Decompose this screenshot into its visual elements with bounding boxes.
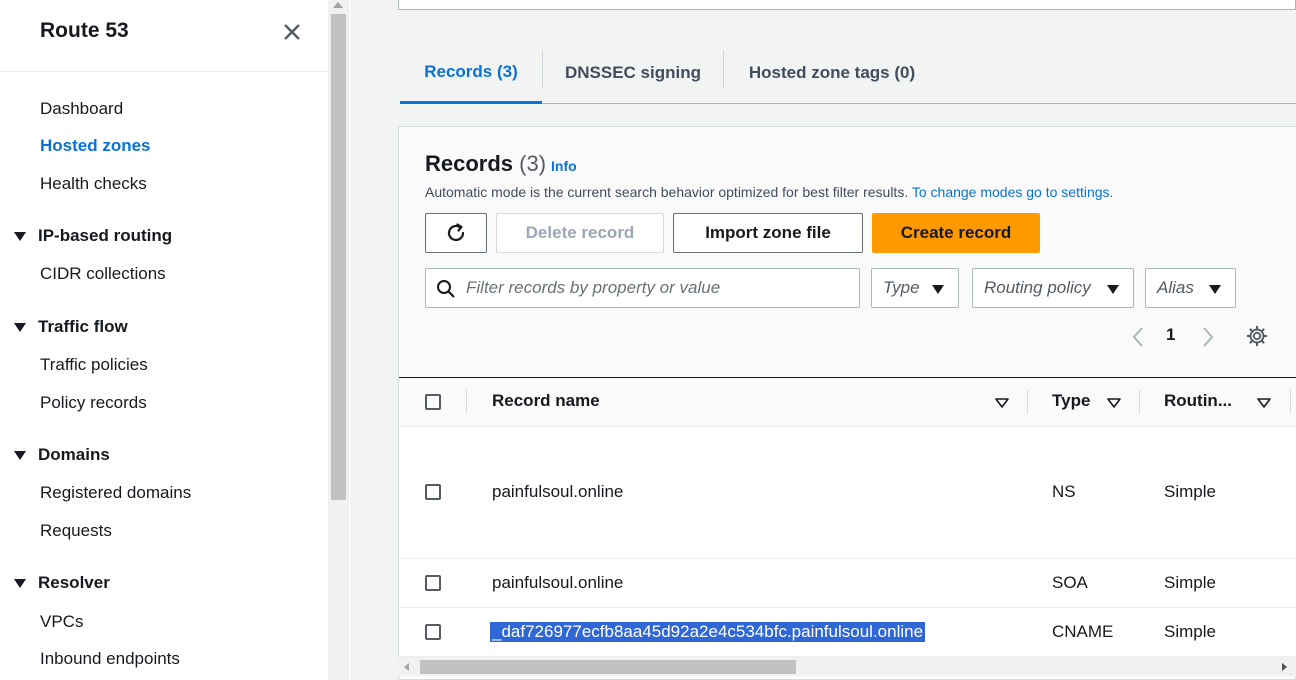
sidebar-item-dashboard[interactable]: Dashboard <box>40 99 123 119</box>
record-name-cell: painfulsoul.online <box>492 482 624 501</box>
info-link[interactable]: Info <box>551 158 577 174</box>
tab-dnssec-signing[interactable]: DNSSEC signing <box>543 42 723 104</box>
record-type-cell: SOA <box>1052 573 1088 592</box>
type-filter-label: Type <box>883 278 920 297</box>
table-header: Record name Type Routin... <box>399 377 1296 427</box>
gear-icon[interactable] <box>1246 325 1268 347</box>
horizontal-scrollbar-thumb[interactable] <box>420 660 796 674</box>
caret-down-icon <box>14 578 26 588</box>
sidebar-item-registered-domains[interactable]: Registered domains <box>40 483 191 503</box>
sidebar-section-domains[interactable]: Domains <box>14 445 110 465</box>
table-row[interactable]: painfulsoul.online NS Simple <box>399 427 1296 559</box>
record-name-cell: painfulsoul.online <box>492 573 624 592</box>
records-count: (3) <box>519 151 547 176</box>
column-header-record-name[interactable]: Record name <box>492 391 600 411</box>
records-panel: Records (3) Info Automatic mode is the c… <box>398 126 1296 680</box>
alias-filter-select[interactable]: Alias <box>1145 268 1236 308</box>
sidebar: Route 53 Dashboard Hosted zones Health c… <box>0 0 328 680</box>
record-name-cell: _daf726977ecfb8aa45d92a2e4c534bfc.painfu… <box>490 622 926 642</box>
routing-policy-cell: Simple <box>1164 482 1216 501</box>
main-content: Records (3) DNSSEC signing Hosted zone t… <box>350 0 1296 680</box>
routing-policy-filter-select[interactable]: Routing policy <box>972 268 1134 308</box>
sidebar-item-requests[interactable]: Requests <box>40 521 112 541</box>
sidebar-item-policy-records[interactable]: Policy records <box>40 393 147 413</box>
sidebar-header: Route 53 <box>0 0 328 72</box>
row-checkbox[interactable] <box>425 575 441 591</box>
sidebar-section-traffic-flow[interactable]: Traffic flow <box>14 317 128 337</box>
sidebar-item-cidr-collections[interactable]: CIDR collections <box>40 264 166 284</box>
routing-policy-filter-label: Routing policy <box>984 278 1091 297</box>
section-label: Traffic flow <box>38 317 128 336</box>
search-icon <box>437 280 455 298</box>
filter-records-field[interactable] <box>425 268 860 308</box>
record-type-cell: NS <box>1052 482 1076 501</box>
column-header-type[interactable]: Type <box>1052 391 1090 411</box>
next-page-icon[interactable] <box>1201 326 1215 348</box>
column-separator <box>1027 390 1028 414</box>
section-label: Resolver <box>38 573 110 592</box>
column-separator <box>466 390 467 414</box>
alias-filter-label: Alias <box>1157 278 1194 297</box>
refresh-icon <box>447 223 465 242</box>
previous-page-icon[interactable] <box>1131 326 1145 348</box>
records-title: Records (3) <box>425 151 546 177</box>
sidebar-section-ip-routing[interactable]: IP-based routing <box>14 226 172 246</box>
type-filter-select[interactable]: Type <box>871 268 959 308</box>
sort-icon[interactable] <box>1107 398 1121 408</box>
dropdown-caret-icon <box>1209 285 1221 294</box>
sidebar-scrollbar[interactable] <box>328 0 349 680</box>
records-header: Records (3) Info Automatic mode is the c… <box>399 127 1296 377</box>
filter-records-input[interactable] <box>466 269 856 307</box>
description-text: Automatic mode is the current search beh… <box>425 184 909 200</box>
table-row[interactable]: _daf726977ecfb8aa45d92a2e4c534bfc.painfu… <box>399 608 1296 658</box>
section-label: IP-based routing <box>38 226 173 245</box>
dropdown-caret-icon <box>1107 285 1119 294</box>
delete-record-button[interactable]: Delete record <box>496 213 664 253</box>
tab-records[interactable]: Records (3) <box>400 42 542 104</box>
sort-icon[interactable] <box>995 398 1009 408</box>
sidebar-item-traffic-policies[interactable]: Traffic policies <box>40 355 148 375</box>
sidebar-scrollbar-thumb[interactable] <box>331 14 346 500</box>
routing-policy-cell: Simple <box>1164 622 1216 641</box>
row-checkbox[interactable] <box>425 624 441 640</box>
table-row[interactable]: painfulsoul.online SOA Simple <box>399 559 1296 608</box>
create-record-button[interactable]: Create record <box>872 213 1040 253</box>
scroll-left-arrow-icon[interactable] <box>404 663 409 671</box>
caret-down-icon <box>14 322 26 332</box>
sidebar-section-resolver[interactable]: Resolver <box>14 573 110 593</box>
row-checkbox[interactable] <box>425 484 441 500</box>
column-separator <box>1139 390 1140 414</box>
sort-icon[interactable] <box>1257 398 1271 408</box>
caret-down-icon <box>14 450 26 460</box>
sidebar-item-inbound-endpoints[interactable]: Inbound endpoints <box>40 649 180 669</box>
select-all-checkbox[interactable] <box>425 394 441 410</box>
table-horizontal-scrollbar[interactable] <box>398 656 1296 676</box>
scroll-up-arrow-icon[interactable] <box>333 2 343 8</box>
sidebar-item-hosted-zones[interactable]: Hosted zones <box>40 136 151 156</box>
dropdown-caret-icon <box>932 285 944 294</box>
tab-hosted-zone-tags[interactable]: Hosted zone tags (0) <box>724 42 940 104</box>
column-separator <box>1290 390 1291 414</box>
section-label: Domains <box>38 445 110 464</box>
tab-bar: Records (3) DNSSEC signing Hosted zone t… <box>400 42 1296 104</box>
sidebar-item-health-checks[interactable]: Health checks <box>40 174 147 194</box>
refresh-button[interactable] <box>425 213 487 253</box>
record-type-cell: CNAME <box>1052 622 1114 641</box>
caret-down-icon <box>14 231 26 241</box>
routing-policy-cell: Simple <box>1164 573 1216 592</box>
sidebar-title: Route 53 <box>40 19 129 42</box>
close-icon[interactable] <box>280 20 304 44</box>
import-zone-file-button[interactable]: Import zone file <box>673 213 863 253</box>
current-page-number[interactable]: 1 <box>1166 325 1175 345</box>
records-title-text: Records <box>425 151 514 176</box>
scroll-right-arrow-icon[interactable] <box>1282 663 1287 671</box>
top-panel <box>398 0 1296 10</box>
column-header-routing-policy[interactable]: Routin... <box>1164 391 1232 411</box>
search-mode-description: Automatic mode is the current search beh… <box>425 184 1113 200</box>
settings-link[interactable]: To change modes go to settings. <box>912 184 1114 200</box>
sidebar-item-vpcs[interactable]: VPCs <box>40 612 83 632</box>
